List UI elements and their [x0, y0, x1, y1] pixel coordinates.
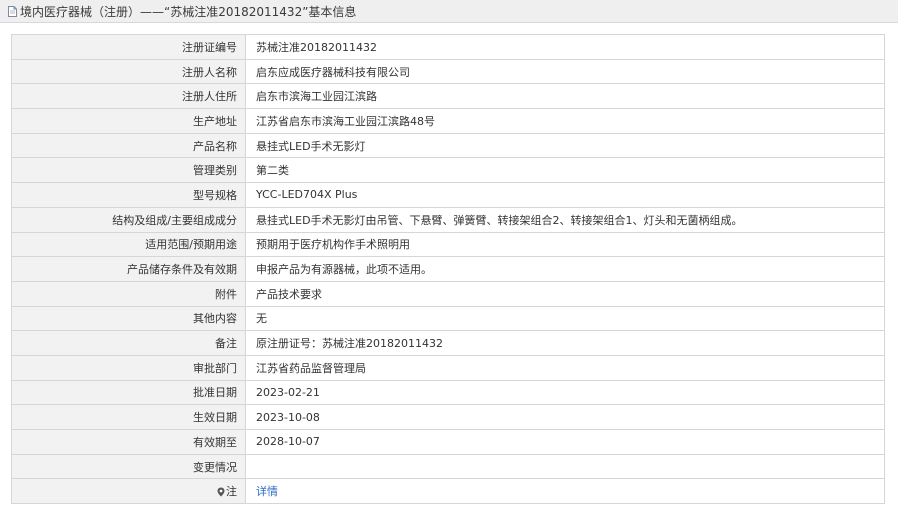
field-value: 原注册证号：苏械注准20182011432 — [245, 330, 885, 356]
table-row: 注册人住所 启东市滨海工业园江滨路 — [11, 83, 885, 110]
field-value: 2028-10-07 — [245, 429, 885, 455]
field-label: 产品储存条件及有效期 — [11, 256, 246, 282]
field-label: 生产地址 — [11, 108, 246, 134]
table-row: 结构及组成/主要组成成分 悬挂式LED手术无影灯由吊管、下悬臂、弹簧臂、转接架组合… — [11, 206, 885, 233]
field-value: 启东应成医疗器械科技有限公司 — [245, 58, 885, 85]
field-value: 无 — [245, 305, 885, 332]
table-row: 注册人名称 启东应成医疗器械科技有限公司 — [11, 58, 885, 85]
table-row: 批准日期 2023-02-21 — [11, 379, 885, 406]
field-value: 第二类 — [245, 157, 885, 184]
details-link[interactable]: 详情 — [256, 485, 278, 498]
field-value: 产品技术要求 — [245, 280, 885, 307]
field-value: 2023-10-08 — [245, 404, 885, 430]
table-row: 审批部门 江苏省药品监督管理局 — [11, 354, 885, 381]
table-row: 其他内容无 — [11, 305, 885, 332]
field-label: 管理类别 — [11, 157, 246, 184]
field-label: 注册人名称 — [11, 58, 246, 85]
document-icon — [8, 5, 17, 17]
note-value-cell: 详情 — [245, 478, 885, 505]
table-row: 有效期至 2028-10-07 — [11, 429, 885, 455]
table-row: 产品名称 悬挂式LED手术无影灯 — [11, 132, 885, 159]
field-value: 启东市滨海工业园江滨路 — [245, 83, 885, 110]
page-title: 境内医疗器械（注册）——“苏械注准20182011432”基本信息 — [20, 4, 357, 19]
field-label: 型号规格 — [11, 182, 246, 208]
field-value: 悬挂式LED手术无影灯由吊管、下悬臂、弹簧臂、转接架组合2、转接架组合1、灯头和… — [245, 206, 885, 233]
table-row: 附件 产品技术要求 — [11, 280, 885, 307]
field-label: 备注 — [11, 330, 246, 356]
page-header: 境内医疗器械（注册）——“苏械注准20182011432”基本信息 — [0, 0, 898, 23]
field-label: 批准日期 — [11, 379, 246, 406]
field-label: 附件 — [11, 280, 246, 307]
field-label: 审批部门 — [11, 354, 246, 381]
field-value — [245, 453, 885, 480]
field-value: 2023-02-21 — [245, 379, 885, 406]
field-label: 变更情况 — [11, 453, 246, 480]
info-table-container: 注册证编号 苏械注准20182011432 注册人名称 启东应成医疗器械科技有限公司注… — [11, 34, 885, 505]
table-row: 适用范围/预期用途 预期用于医疗机构作手术照明用 — [11, 231, 885, 258]
table-row: 管理类别 第二类 — [11, 157, 885, 184]
field-value: 申报产品为有源器械，此项不适用。 — [245, 256, 885, 282]
field-label: 生效日期 — [11, 404, 246, 430]
table-row: 型号规格 YCC-LED704X Plus — [11, 182, 885, 208]
table-row: 生效日期 2023-10-08 — [11, 404, 885, 430]
field-label: 有效期至 — [11, 429, 246, 455]
field-value: 江苏省药品监督管理局 — [245, 354, 885, 381]
table-row: 变更情况 — [11, 453, 885, 480]
field-value: 预期用于医疗机构作手术照明用 — [245, 231, 885, 258]
field-label: 其他内容 — [11, 305, 246, 332]
field-value: YCC-LED704X Plus — [245, 182, 885, 208]
field-label: 适用范围/预期用途 — [11, 231, 246, 258]
field-value: 悬挂式LED手术无影灯 — [245, 132, 885, 159]
info-table: 注册证编号 苏械注准20182011432 注册人名称 启东应成医疗器械科技有限公司注… — [11, 34, 885, 505]
note-label-cell: 注 — [11, 478, 246, 505]
field-label: 注册证编号 — [11, 34, 246, 60]
field-value: 苏械注准20182011432 — [245, 34, 885, 60]
table-row: 生产地址 江苏省启东市滨海工业园江滨路48号 — [11, 108, 885, 134]
field-label: 结构及组成/主要组成成分 — [11, 206, 246, 233]
note-label: 注 — [226, 485, 237, 499]
note-row: 注 详情 — [11, 478, 885, 505]
table-row: 注册证编号 苏械注准20182011432 — [11, 34, 885, 60]
table-row: 产品储存条件及有效期 申报产品为有源器械，此项不适用。 — [11, 256, 885, 282]
field-value: 江苏省启东市滨海工业园江滨路48号 — [245, 108, 885, 134]
table-row: 备注 原注册证号：苏械注准20182011432 — [11, 330, 885, 356]
info-pin-icon — [217, 487, 225, 497]
field-label: 注册人住所 — [11, 83, 246, 110]
field-label: 产品名称 — [11, 132, 246, 159]
